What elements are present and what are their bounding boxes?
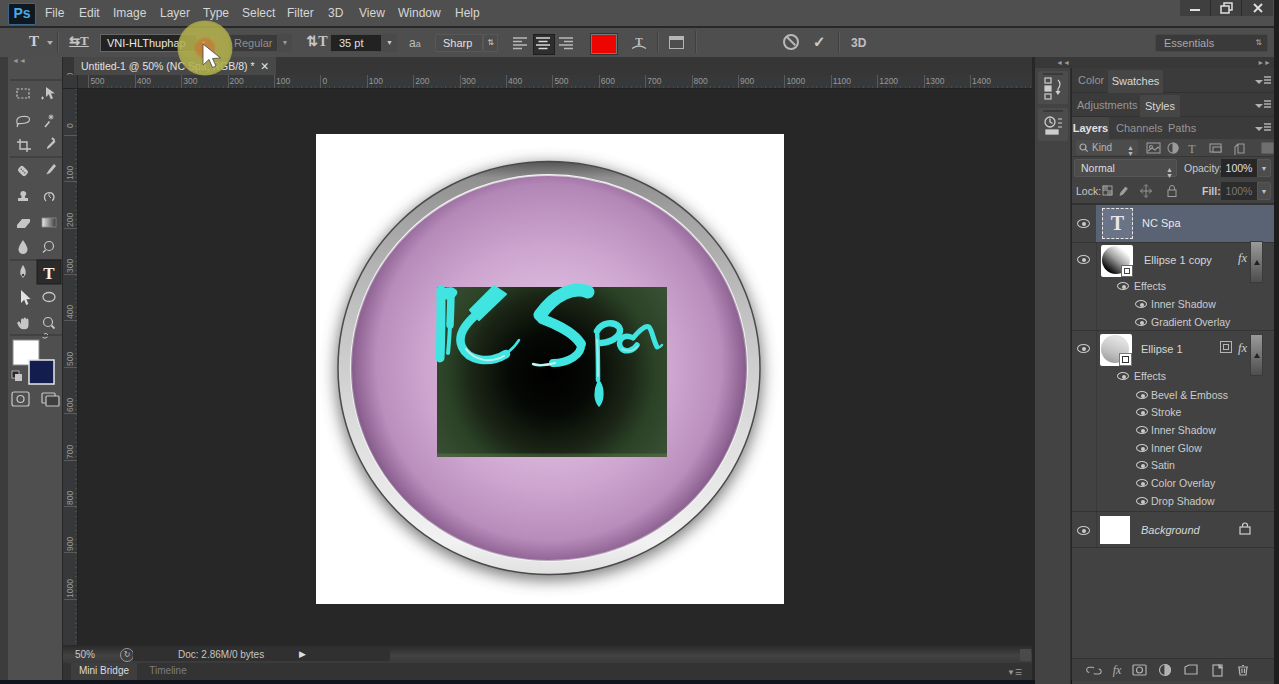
svg-text:T: T [635, 35, 643, 47]
